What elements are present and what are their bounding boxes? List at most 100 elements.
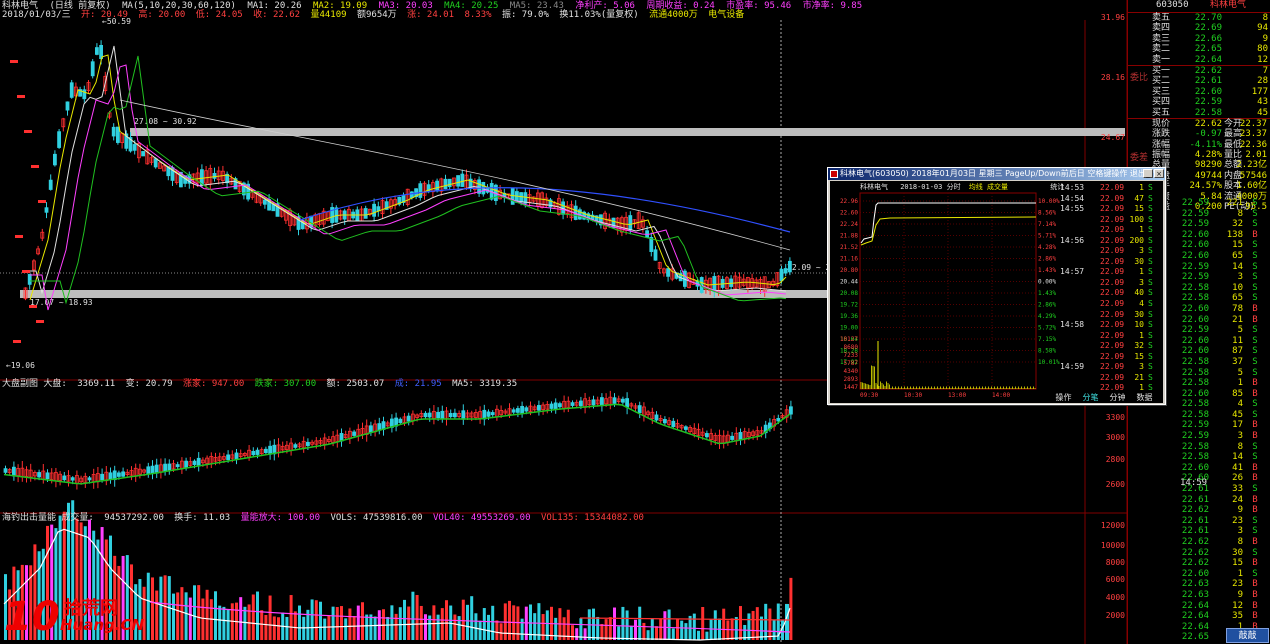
tick-price: 22.61 xyxy=(1181,526,1209,537)
popup-head-avg: 均线 xyxy=(968,183,983,191)
y-tick-main: 28.16 xyxy=(1101,73,1125,82)
tick-row: 22.59 32 S xyxy=(1175,219,1270,230)
tick-row: 22.60 1 S xyxy=(1175,569,1270,580)
volume-bar xyxy=(470,596,474,640)
tick-vol: 1 xyxy=(1237,378,1243,389)
volume-bar xyxy=(419,605,423,640)
volume-bar xyxy=(155,590,159,640)
vol-value: 94537292.00 xyxy=(104,513,164,523)
volume-bar xyxy=(508,600,511,640)
stat-value2: 22.37 xyxy=(1239,118,1267,129)
close-icon[interactable]: × xyxy=(1154,169,1164,178)
candle-body xyxy=(111,126,116,137)
stat-row: 涨跌 -0.97 最高 23.37 xyxy=(1128,129,1270,139)
order-row[interactable]: 买五 22.58 45 xyxy=(1128,108,1270,118)
corner-badge[interactable]: 敲敲 xyxy=(1226,628,1269,643)
volume-bar xyxy=(222,606,226,640)
index-candle-body xyxy=(612,397,617,404)
popup-tab-3[interactable]: 数据 xyxy=(1131,392,1158,403)
stat-value: 49744 xyxy=(1194,170,1222,181)
tick-vol: 14 xyxy=(1232,452,1243,463)
popup-tick-flag: S xyxy=(1148,256,1153,266)
popup-tab-0[interactable]: 操作 xyxy=(1050,392,1077,403)
volume-bar xyxy=(188,597,192,640)
minimize-icon[interactable]: _ xyxy=(1143,169,1153,178)
popup-tick-flag: S xyxy=(1148,320,1153,330)
volume-bar xyxy=(201,598,205,640)
popup-x-tick: 09:30 xyxy=(860,392,878,399)
tick-price: 22.62 xyxy=(1181,537,1209,547)
volume-bar xyxy=(697,630,700,640)
buy-orders: 买一 22.62 7 买二 22.61 28 买三 22.60 177 买四 22.59 43 买五 22… xyxy=(1128,66,1270,118)
tick-vol: 14 xyxy=(1232,261,1243,272)
volume-bar xyxy=(310,599,314,640)
index-candle-body xyxy=(150,465,155,474)
tick-row: 22.62 8 B xyxy=(1175,537,1270,548)
y-tick-index: 3000 xyxy=(1106,433,1125,442)
order-row[interactable]: 卖四 22.69 94 xyxy=(1128,23,1270,33)
stat-label: 现价 xyxy=(1152,118,1171,129)
tick-flag: B xyxy=(1252,378,1258,389)
volume-bar xyxy=(491,605,495,640)
popup-head-vol: 成交量 xyxy=(987,183,1009,191)
order-row[interactable]: 买三 22.60 177 xyxy=(1128,87,1270,97)
popup-tabs[interactable]: 操作 分笔 分钟 数据 xyxy=(1050,392,1163,403)
popup-tab-1[interactable]: 分笔 xyxy=(1077,392,1104,403)
tick-vol: 32 xyxy=(1232,219,1243,230)
volume-bar xyxy=(764,603,768,640)
tick-row: 22.60 21 B xyxy=(1175,315,1270,326)
popup-tab-2[interactable]: 分钟 xyxy=(1104,392,1131,403)
y-tick-index: 2600 xyxy=(1106,480,1125,489)
tick-vol: 12 xyxy=(1232,600,1243,611)
tick-row: 22.58 1 B xyxy=(1175,378,1270,389)
order-row[interactable]: 卖一 22.64 12 xyxy=(1128,55,1270,65)
popup-tick-vol: 15 xyxy=(1134,204,1144,214)
popup-vol-tick: 5787 xyxy=(844,360,859,367)
popup-tick-vol: 30 xyxy=(1134,256,1144,266)
tick-price: 22.58 xyxy=(1181,452,1209,463)
order-vol: 43 xyxy=(1257,97,1268,108)
order-row[interactable]: 买四 22.59 43 xyxy=(1128,97,1270,107)
popup-tick-price: 22.09 xyxy=(1100,235,1125,245)
volume-bar xyxy=(335,607,339,640)
volume-bar xyxy=(432,605,436,640)
tick-price: 22.60 xyxy=(1181,388,1209,399)
volume-bar xyxy=(516,606,520,640)
order-row[interactable]: 买二 22.61 28 xyxy=(1128,76,1270,86)
sell-orders: 卖五 22.70 8 卖四 22.69 94 卖三 22.66 9 卖二 22.65 80 卖一 22.6… xyxy=(1128,13,1270,65)
index-candle-body xyxy=(175,464,180,468)
index-up: 涨家: 947.00 xyxy=(182,379,245,389)
tick-flag: S xyxy=(1252,367,1258,378)
tick-list[interactable]: 22.59 221 S 22.59 8 S 22.59 32 S 22.60 138 B 22.60 15… xyxy=(1175,198,1270,643)
order-row[interactable]: 卖五 22.70 8 xyxy=(1128,13,1270,23)
order-price: 22.61 xyxy=(1194,76,1222,87)
popup-tick-flag: S xyxy=(1148,193,1153,203)
volume-bar xyxy=(214,591,217,640)
watermark-logo: 10 拾荒网 Huang.CN xyxy=(4,590,144,642)
candle-body xyxy=(82,89,87,100)
order-vol: 7 xyxy=(1262,65,1268,76)
popup-tick-list[interactable]: 14:53 22.09 1 S 14:54 22.09 47 S 14:55 22.09 15 S 22… xyxy=(1058,183,1162,394)
order-row[interactable]: 卖二 22.65 80 xyxy=(1128,44,1270,54)
intraday-popup-window[interactable]: 科林电气(603050) 2018年01月03日 星期三 PageUp/Down… xyxy=(827,167,1166,405)
tick-price: 22.63 xyxy=(1181,579,1209,590)
tick-flag: B xyxy=(1252,473,1258,484)
index-candle-body xyxy=(11,466,16,477)
order-row[interactable]: 卖三 22.66 9 xyxy=(1128,34,1270,44)
tick-row: 22.63 23 B xyxy=(1175,579,1270,590)
volume-bar xyxy=(251,594,255,640)
volume-bar xyxy=(239,597,243,640)
tick-flag: S xyxy=(1252,484,1258,495)
popup-y-left: 20.44 xyxy=(840,279,858,286)
popup-title-bar[interactable]: 科林电气(603050) 2018年01月03日 星期三 PageUp/Down… xyxy=(828,168,1165,190)
popup-tick-price: 22.09 xyxy=(1100,372,1125,382)
pct-info: 8.33% xyxy=(464,10,492,20)
index-candle-body xyxy=(196,457,201,467)
index-candle-body xyxy=(490,412,495,416)
order-row[interactable]: 买一 22.62 7 xyxy=(1128,66,1270,76)
order-vol: 12 xyxy=(1257,54,1268,65)
signal-marker xyxy=(36,320,44,323)
logo-en: Huang.CN xyxy=(60,616,145,634)
signal-marker xyxy=(13,340,21,343)
volume-bar xyxy=(268,595,272,640)
